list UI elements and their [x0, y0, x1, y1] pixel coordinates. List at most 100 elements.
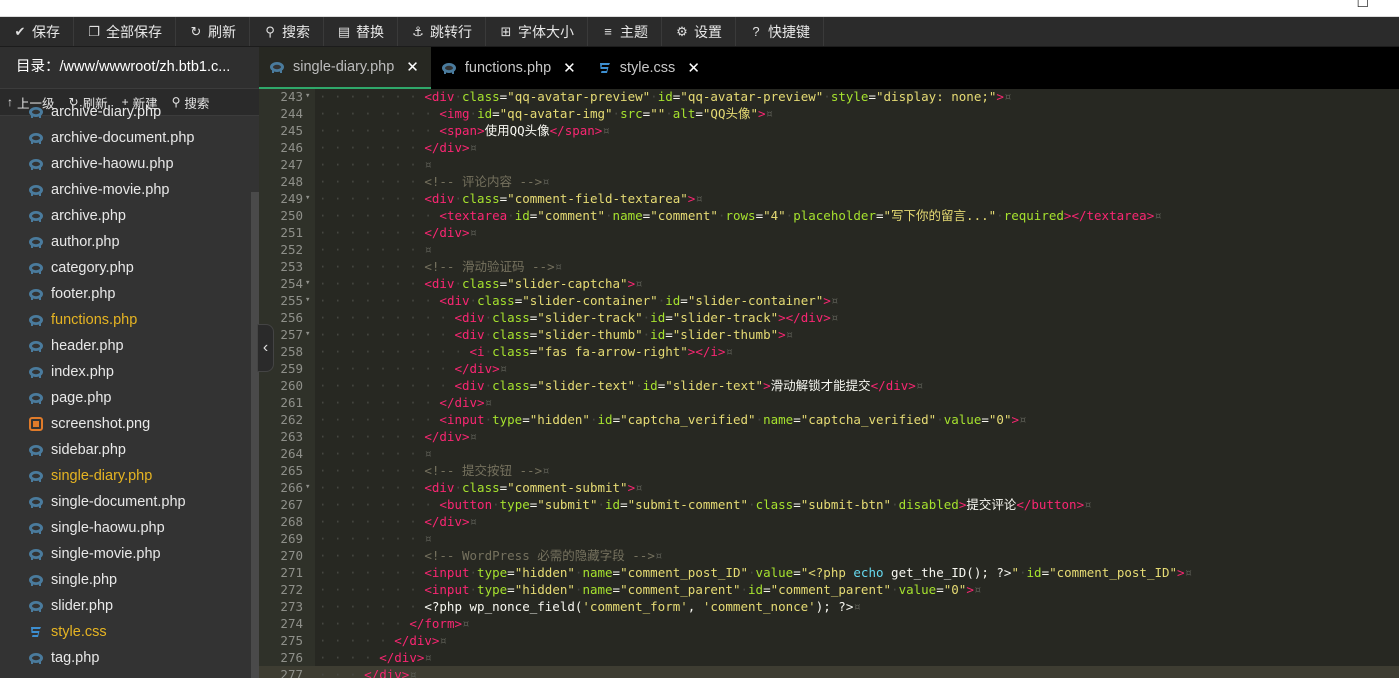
file-name: archive-document.php [51, 130, 195, 146]
code-text: · · · · · · · · <div·class="slider-conta… [319, 292, 838, 309]
code-token: alt [672, 106, 696, 121]
toolbar-button-7[interactable]: ≡ 主题 [588, 17, 662, 46]
file-item[interactable]: footer.php [0, 281, 251, 307]
code-line: 271 · · · · · · · <input·type="hidden"·na… [259, 564, 1399, 581]
code-token: ¤ [654, 548, 663, 563]
file-item[interactable]: single-haowu.php [0, 515, 251, 541]
file-list: archive-diary.php archive-document.php arc… [0, 99, 251, 671]
code-line: 254 ▾ · · · · · · · <div·class="slider-cap… [259, 275, 1399, 292]
code-token: ¤ [635, 276, 643, 291]
toolbar-button-9[interactable]: ? 快捷键 [736, 17, 824, 46]
code-line: 258 · · · · · · · · · · <i·class="fas fa-… [259, 343, 1399, 360]
indent-guide: · · · · · · · [319, 463, 425, 478]
file-item[interactable]: single-document.php [0, 489, 251, 515]
code-line: 272 · · · · · · · <input·type="hidden"·na… [259, 581, 1399, 598]
file-item[interactable]: single-diary.php [0, 463, 251, 489]
toolbar-button-8[interactable]: ⚙ 设置 [662, 17, 736, 46]
window-close-icon[interactable]: ☐ [1356, 0, 1369, 11]
code-token: "captcha_verified" [620, 412, 756, 427]
sidebar-scrollbar[interactable] [251, 192, 259, 678]
file-item[interactable]: archive-diary.php [0, 99, 251, 125]
code-token: id [657, 89, 673, 104]
code-token: ></i> [687, 344, 726, 359]
php-file-icon [28, 573, 44, 587]
indent-guide: · · · · · · · [319, 531, 425, 546]
code-line: 274 · · · · · · </form>¤ [259, 615, 1399, 632]
fold-arrow-icon[interactable]: ▾ [305, 89, 310, 105]
fold-arrow-icon[interactable]: ▾ [305, 479, 310, 496]
code-text: · · · · · · · <div·class="comment-submit… [319, 479, 643, 496]
toolbar-button-4[interactable]: ▤ 替换 [324, 17, 398, 46]
file-name: screenshot.png [51, 416, 151, 432]
toolbar-button-6[interactable]: ⊞ 字体大小 [486, 17, 588, 46]
file-item[interactable]: single.php [0, 567, 251, 593]
indent-guide: · · · · · · · [319, 446, 425, 461]
toolbar-button-1[interactable]: ❐ 全部保存 [74, 17, 176, 46]
fold-arrow-icon[interactable]: ▾ [305, 190, 310, 207]
code-token: · [612, 106, 621, 121]
code-line: 273 · · · · · · · <?php wp_nonce_field('c… [259, 598, 1399, 615]
toolbar-button-label: 设置 [694, 23, 722, 40]
file-item[interactable]: functions.php [0, 307, 251, 333]
code-line: 250 · · · · · · · · <textarea·id="comment… [259, 207, 1399, 224]
code-token: > [627, 276, 636, 291]
indent-guide: · · · · · · · · · [319, 361, 455, 376]
file-name: style.css [51, 624, 107, 640]
code-editor[interactable]: 243 ▾ · · · · · · · <div·class="qq-avatar-… [259, 89, 1399, 678]
code-token: ¤ [554, 259, 563, 274]
close-icon[interactable]: ✕ [563, 59, 576, 77]
theme-icon: ≡ [604, 24, 612, 39]
file-item[interactable]: single-movie.php [0, 541, 251, 567]
fold-arrow-icon[interactable]: ▾ [305, 292, 310, 309]
file-item[interactable]: archive-movie.php [0, 177, 251, 203]
code-text: · · · · · · · ¤ [319, 445, 432, 462]
file-item[interactable]: tag.php [0, 645, 251, 671]
file-item[interactable]: screenshot.png [0, 411, 251, 437]
code-token: = [612, 565, 621, 580]
fold-arrow-icon[interactable]: ▾ [305, 326, 310, 343]
file-item[interactable]: category.php [0, 255, 251, 281]
file-item[interactable]: header.php [0, 333, 251, 359]
code-token: ¤ [635, 480, 643, 495]
toolbar-button-0[interactable]: ✔ 保存 [0, 17, 74, 46]
toolbar-button-3[interactable]: ⚲ 搜索 [250, 17, 324, 46]
tab-style-css[interactable]: style.css ✕ [588, 47, 712, 89]
code-token: "slider-thumb" [537, 327, 643, 342]
file-item[interactable]: archive-haowu.php [0, 151, 251, 177]
php-file-icon [28, 131, 44, 145]
close-icon[interactable]: ✕ [687, 59, 700, 77]
code-line: 262 · · · · · · · · <input·type="hidden"·… [259, 411, 1399, 428]
tab-label: single-diary.php [293, 59, 395, 75]
file-item[interactable]: index.php [0, 359, 251, 385]
file-item[interactable]: sidebar.php [0, 437, 251, 463]
tab-single-diary-php[interactable]: single-diary.php ✕ [259, 47, 431, 89]
toolbar-button-label: 保存 [32, 23, 60, 40]
code-token: <div [454, 378, 485, 393]
indent-guide: · · · · · · · · · · [319, 344, 470, 359]
file-item[interactable]: archive.php [0, 203, 251, 229]
file-item[interactable]: archive-document.php [0, 125, 251, 151]
file-name: single-diary.php [51, 468, 153, 484]
line-number: 243 [280, 89, 303, 104]
file-item[interactable]: author.php [0, 229, 251, 255]
code-token: · [484, 378, 493, 393]
line-number: 263 [280, 429, 303, 444]
tab-functions-php[interactable]: functions.php ✕ [431, 47, 588, 89]
code-token: > [477, 123, 485, 138]
file-item[interactable]: slider.php [0, 593, 251, 619]
close-icon[interactable]: ✕ [406, 58, 419, 76]
code-text: · · · · · · · · <input·type="hidden"·id=… [319, 411, 1027, 428]
file-item[interactable]: style.css [0, 619, 251, 645]
code-text: · · · · · · · · · · <i·class="fas fa-arr… [319, 343, 733, 360]
code-token: > [1177, 565, 1185, 580]
line-number: 267 [280, 497, 303, 512]
code-token: = [793, 565, 801, 580]
file-item[interactable]: page.php [0, 385, 251, 411]
code-token: "qq-avatar-preview" [507, 89, 651, 104]
toolbar-button-5[interactable]: ⚓ 跳转行 [398, 17, 486, 46]
toolbar-button-2[interactable]: ↻ 刷新 [176, 17, 250, 46]
file-name: single-haowu.php [51, 520, 165, 536]
code-token: </div> [379, 650, 425, 665]
collapse-sidebar-button[interactable]: ‹ [257, 324, 274, 372]
fold-arrow-icon[interactable]: ▾ [305, 275, 310, 292]
